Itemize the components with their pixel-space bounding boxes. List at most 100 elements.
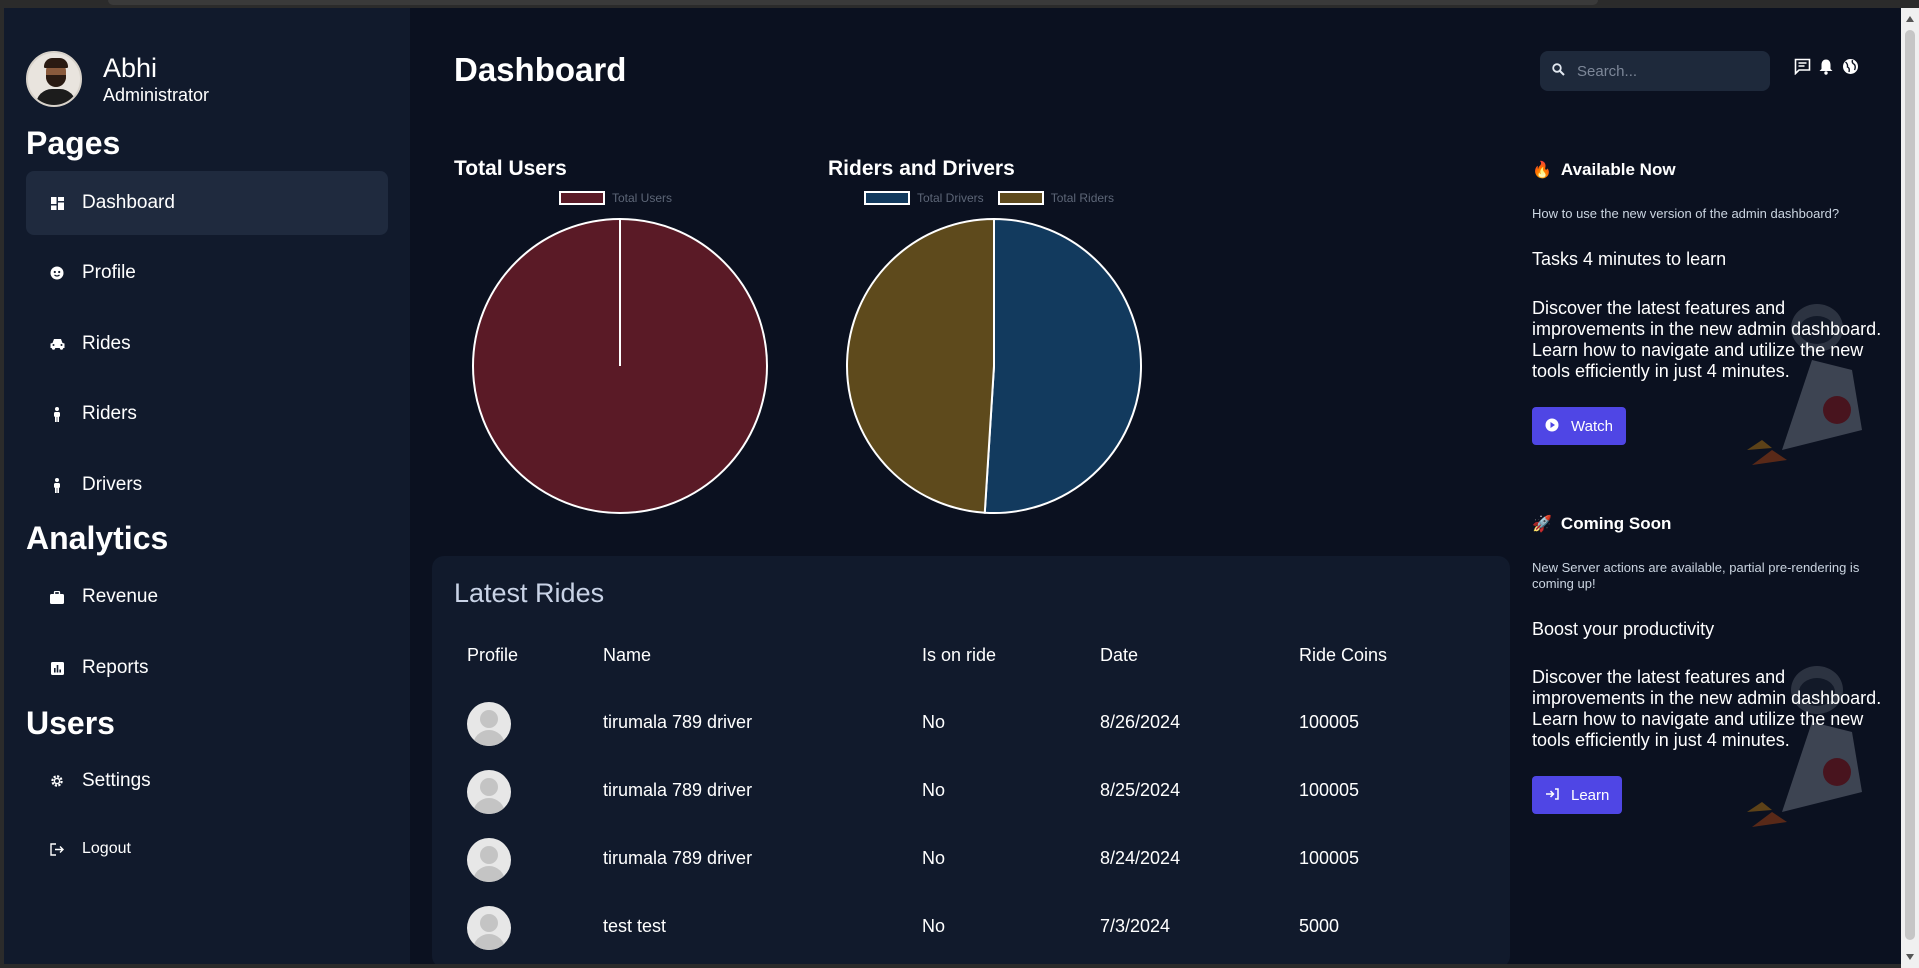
user-name: Abhi [103,52,158,83]
sidebar-item-rides[interactable]: Rides [26,312,388,376]
legend-item[interactable]: Total Users [559,191,672,205]
ride-coins: 5000 [1299,916,1340,936]
legend-swatch [559,191,605,205]
ride-date: 7/3/2024 [1100,916,1171,936]
avatar [467,906,511,950]
ride-on-ride: No [922,780,946,800]
card-subtitle: Tasks 4 minutes to learn [1532,249,1727,269]
sidebar-item-label: Profile [82,262,136,283]
legend-swatch [997,191,1044,205]
user-profile[interactable]: Abhi Administrator [26,51,209,107]
sidebar-item-label: Dashboard [82,192,175,213]
pie-slice-total-drivers[interactable] [983,217,1142,514]
pie-chart-riders-drivers[interactable] [844,216,1144,516]
legend-label: Total Drivers [917,191,984,205]
column-header: Name [603,645,652,665]
latest-rides-panel: Latest Rides Profile Name Is on ride Dat… [432,556,1510,968]
header-icons [1792,58,1860,80]
sidebar-item-settings[interactable]: Settings [26,749,388,813]
ride-coins: 100005 [1299,780,1360,800]
search-input[interactable] [1577,62,1757,80]
globe-icon[interactable] [1840,58,1860,80]
legend-swatch [864,191,910,205]
window-bottom-edge [0,964,1901,968]
table-row[interactable]: test test No 7/3/2024 5000 [432,894,1510,962]
ride-name: tirumala 789 driver [603,848,753,868]
page-title: Dashboard [454,51,627,88]
column-header: Ride Coins [1299,645,1388,665]
avatar [26,51,82,107]
card-question: New Server actions are available, partia… [1532,560,1860,591]
watch-button[interactable]: Watch [1532,407,1626,445]
sidebar-item-label: Revenue [82,586,159,607]
latest-rides-title: Latest Rides [454,578,605,608]
logout-icon [46,842,68,856]
card-title-coming-soon: 🚀 Coming Soon [1532,514,1672,533]
card-body: Discover the latest features and improve… [1532,298,1882,381]
user-role: Administrator [103,84,210,105]
table-row[interactable]: tirumala 789 driver No 8/26/2024 100005 [432,690,1510,758]
card-question: How to use the new version of the admin … [1532,206,1840,221]
chat-icon[interactable] [1792,58,1812,80]
section-title-analytics: Analytics [26,520,169,556]
ride-on-ride: No [922,916,946,936]
chart-legend-riders-drivers: Total Drivers Total Riders [864,191,1128,205]
legend-item[interactable]: Total Riders [997,191,1115,205]
page-scrollbar[interactable] [1901,8,1919,968]
ride-date: 8/24/2024 [1100,848,1181,868]
logout-button[interactable]: Logout [26,817,388,881]
avatar [467,770,511,814]
sidebar-item-dashboard[interactable]: Dashboard [26,171,388,235]
table-row[interactable]: tirumala 789 driver No 8/24/2024 100005 [432,826,1510,894]
sidebar-item-label: Reports [82,657,149,678]
card-subtitle: Boost your productivity [1532,619,1715,639]
ride-coins: 100005 [1299,712,1360,732]
car-icon [46,338,68,350]
gear-icon [46,774,68,788]
sidebar-item-label: Drivers [82,474,143,495]
ride-on-ride: No [922,712,946,732]
learn-button[interactable]: Learn [1532,776,1623,814]
sidebar-item-revenue[interactable]: Revenue [26,565,388,629]
sidebar-item-profile[interactable]: Profile [26,241,388,305]
sidebar-item-reports[interactable]: Reports [26,636,388,700]
scroll-down-icon[interactable] [1906,954,1914,960]
card-body: Discover the latest features and improve… [1532,667,1882,750]
avatar [467,838,511,882]
sidebar-item-drivers[interactable]: Drivers [26,453,388,517]
sidebar-item-label: Logout [82,840,131,857]
window-top-edge [0,0,1919,8]
play-icon [1545,418,1559,435]
briefcase-icon [46,590,68,604]
scroll-up-icon[interactable] [1906,16,1914,22]
table-row[interactable]: tirumala 789 driver No 8/25/2024 100005 [432,758,1510,826]
section-title-pages: Pages [26,125,121,161]
chart-title-riders-drivers: Riders and Drivers [828,157,1015,180]
legend-label: Total Riders [1050,191,1115,205]
ride-date: 8/26/2024 [1100,712,1181,732]
ride-name: test test [603,916,667,936]
scrollbar-thumb[interactable] [1905,30,1915,940]
legend-item[interactable]: Total Drivers [864,191,984,205]
bell-icon[interactable] [1816,58,1836,80]
rocket-icon: 🚀 [1532,516,1552,533]
column-header: Is on ride [922,645,997,665]
person-icon [46,406,68,422]
sidebar-item-label: Riders [82,403,137,424]
ride-date: 8/25/2024 [1100,780,1181,800]
search-icon [1552,63,1565,79]
ride-coins: 100005 [1299,848,1360,868]
avatar [467,702,511,746]
sidebar: Abhi Administrator Pages Dashboard Profi… [4,8,410,964]
section-title-users: Users [26,705,115,741]
fire-icon: 🔥 [1532,162,1552,179]
ride-on-ride: No [922,848,946,868]
pie-chart-total-users[interactable] [470,216,770,516]
pie-slice-total-riders[interactable] [846,217,995,514]
sidebar-item-riders[interactable]: Riders [26,382,388,446]
dashboard-icon [46,196,68,210]
ride-name: tirumala 789 driver [603,712,753,732]
legend-label: Total Users [612,191,673,205]
chart-title-total-users: Total Users [454,157,567,180]
search-box[interactable] [1540,51,1770,91]
